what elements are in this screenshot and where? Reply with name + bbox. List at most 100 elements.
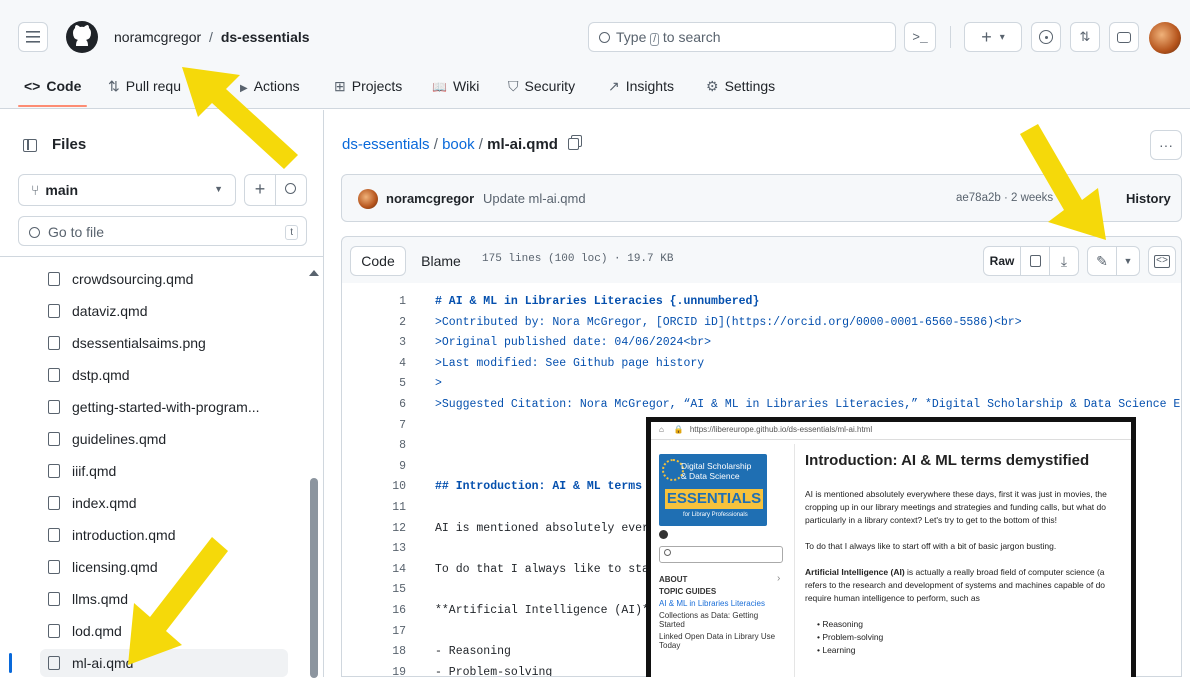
line-number[interactable]: 18 <box>376 645 406 658</box>
github-logo-icon[interactable] <box>65 20 99 54</box>
folder-link[interactable]: book <box>442 136 475 153</box>
chevron-down-icon: ▼ <box>214 184 223 194</box>
logo-line-1: Digital Scholarship <box>681 461 752 471</box>
file-item[interactable]: licensing.qmd <box>48 553 288 581</box>
line-number[interactable]: 17 <box>376 625 406 638</box>
line-number[interactable]: 13 <box>376 542 406 555</box>
repo-breadcrumb: noramcgregor / ds-essentials <box>114 29 310 45</box>
line-number[interactable]: 7 <box>376 419 406 432</box>
more-options-button[interactable]: ··· <box>1150 130 1182 160</box>
owner-link[interactable]: noramcgregor <box>114 29 201 45</box>
file-item[interactable]: index.qmd <box>48 489 288 517</box>
pull-request-icon: ⇅ <box>1079 29 1091 44</box>
nav-item[interactable]: Collections as Data: Getting Started <box>659 611 779 629</box>
commit-message[interactable]: Update ml-ai.qmd <box>483 191 586 206</box>
nav-about[interactable]: ABOUT <box>659 575 687 584</box>
file-name: index.qmd <box>72 495 137 511</box>
code-line: >Original published date: 04/06/2024<br> <box>435 336 712 350</box>
edit-options-button[interactable]: ▼ <box>1116 246 1140 276</box>
tab-wiki[interactable]: 📖 Wiki <box>432 78 479 94</box>
scroll-up-arrow[interactable] <box>309 270 319 276</box>
file-item[interactable]: dstp.qmd <box>48 361 288 389</box>
command-palette-button[interactable]: >_ <box>904 22 936 52</box>
copy-raw-button[interactable] <box>1020 246 1050 276</box>
branch-selector[interactable]: ⑂ main ▼ <box>18 174 236 206</box>
nav-topic-guides[interactable]: TOPIC GUIDES <box>659 587 716 596</box>
collapse-sidebar-button[interactable] <box>18 134 42 156</box>
user-avatar[interactable] <box>1149 22 1181 54</box>
line-number[interactable]: 3 <box>376 336 406 349</box>
edit-file-button[interactable]: ✎ <box>1087 246 1117 276</box>
paragraph-line: cropping up in our library meetings and … <box>805 502 1106 512</box>
go-to-file-input[interactable]: Go to file t <box>18 216 307 246</box>
bullet-text: Reasoning <box>822 619 863 629</box>
file-name: introduction.qmd <box>72 527 176 543</box>
file-item[interactable]: iiif.qmd <box>48 457 288 485</box>
scrollbar-thumb[interactable] <box>310 478 318 678</box>
tab-pull-requests[interactable]: ⇅ Pull requ <box>108 78 181 95</box>
nav-item[interactable]: Linked Open Data in Library Use Today <box>659 632 784 650</box>
tab-settings[interactable]: ⚙ Settings <box>706 78 775 95</box>
browser-url-bar[interactable]: ⌂ 🔒 https://libereurope.github.io/ds-essen… <box>651 422 1131 440</box>
download-button[interactable]: ⤓ <box>1049 246 1079 276</box>
issues-button[interactable] <box>1031 22 1061 52</box>
file-item[interactable]: guidelines.qmd <box>48 425 288 453</box>
file-item[interactable]: getting-started-with-program... <box>48 393 288 421</box>
create-new-button[interactable]: + ▾ <box>964 22 1022 52</box>
copy-icon <box>1029 255 1041 267</box>
file-item[interactable]: lod.qmd <box>48 617 288 645</box>
tree-divider <box>0 256 323 257</box>
author-avatar[interactable] <box>358 189 378 209</box>
nav-active-item[interactable]: AI & ML in Libraries Literacies <box>659 599 765 608</box>
chevron-down-icon: ▾ <box>999 31 1005 43</box>
search-files-button[interactable] <box>275 174 307 206</box>
tab-security[interactable]: ⛉ Security <box>508 78 575 95</box>
commit-author[interactable]: noramcgregor <box>386 191 474 206</box>
tab-projects[interactable]: ⊞ Projects <box>334 78 402 95</box>
chevron-right-icon: › <box>777 573 781 584</box>
file-item-selected[interactable]: ml-ai.qmd <box>40 649 288 677</box>
line-number[interactable]: 2 <box>376 316 406 329</box>
line-number[interactable]: 11 <box>376 501 406 514</box>
tab-code[interactable]: <> Code <box>17 78 88 107</box>
file-name: iiif.qmd <box>72 463 117 479</box>
menu-button[interactable] <box>18 22 48 52</box>
repo-link[interactable]: ds-essentials <box>342 136 430 153</box>
github-small-icon[interactable] <box>659 530 668 539</box>
line-number[interactable]: 9 <box>376 460 406 473</box>
line-number[interactable]: 8 <box>376 439 406 452</box>
file-icon <box>48 304 60 318</box>
file-item[interactable]: llms.qmd <box>48 585 288 613</box>
line-number[interactable]: 4 <box>376 357 406 370</box>
code-view-button[interactable]: Code <box>350 246 406 276</box>
branch-name: main <box>45 182 79 198</box>
pull-requests-button[interactable]: ⇅ <box>1070 22 1100 52</box>
file-item[interactable]: dsessentialsaims.png <box>48 329 288 357</box>
symbols-panel-button[interactable]: <> <box>1148 246 1176 276</box>
line-number[interactable]: 16 <box>376 604 406 617</box>
line-number[interactable]: 10 <box>376 480 406 493</box>
history-link[interactable]: History <box>1126 191 1171 206</box>
line-number[interactable]: 14 <box>376 563 406 576</box>
commit-meta[interactable]: ae78a2b · 2 weeks <box>956 192 1053 204</box>
add-file-button[interactable]: + <box>244 174 276 206</box>
search-input[interactable]: Type / to search <box>588 22 896 52</box>
tab-insights[interactable]: ↗ Insights <box>608 78 674 95</box>
file-item[interactable]: crowdsourcing.qmd <box>48 265 288 293</box>
line-number[interactable]: 6 <box>376 398 406 411</box>
line-number[interactable]: 12 <box>376 522 406 535</box>
line-number[interactable]: 1 <box>376 295 406 308</box>
blame-view-button[interactable]: Blame <box>412 246 470 276</box>
site-search-input[interactable] <box>659 546 783 563</box>
file-item[interactable]: dataviz.qmd <box>48 297 288 325</box>
inbox-button[interactable] <box>1109 22 1139 52</box>
repo-link[interactable]: ds-essentials <box>221 29 310 45</box>
raw-button[interactable]: Raw <box>983 246 1021 276</box>
tab-actions[interactable]: ▶ Actions <box>240 78 300 94</box>
line-number[interactable]: 15 <box>376 583 406 596</box>
file-item[interactable]: introduction.qmd <box>48 521 288 549</box>
page-heading: Introduction: AI & ML terms demystified <box>805 452 1090 469</box>
line-number[interactable]: 19 <box>376 666 406 676</box>
line-number[interactable]: 5 <box>376 377 406 390</box>
copy-path-icon[interactable] <box>568 138 580 150</box>
